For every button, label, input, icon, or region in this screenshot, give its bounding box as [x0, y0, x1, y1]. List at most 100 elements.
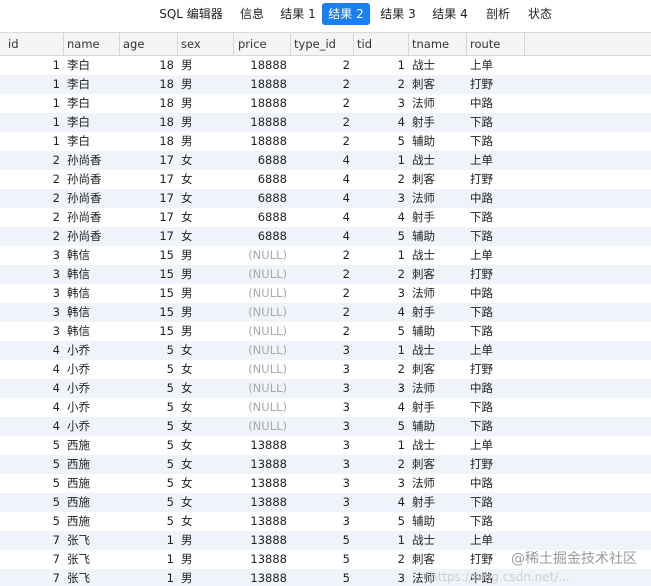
cell-id[interactable]: 4 — [5, 341, 64, 360]
cell-route[interactable]: 上单 — [467, 436, 525, 455]
cell-price[interactable]: 13888 — [235, 512, 291, 531]
cell-tname[interactable]: 辅助 — [409, 227, 467, 246]
cell-id[interactable]: 5 — [5, 512, 64, 531]
cell-route[interactable]: 中路 — [467, 474, 525, 493]
tab-5[interactable]: 结果 4 — [428, 3, 472, 25]
cell-age[interactable]: 5 — [120, 455, 178, 474]
cell-tname[interactable]: 法师 — [409, 569, 467, 586]
cell-sex[interactable]: 男 — [178, 94, 234, 113]
cell-id[interactable]: 5 — [5, 436, 64, 455]
cell-tname[interactable]: 刺客 — [409, 265, 467, 284]
cell-tid[interactable]: 2 — [354, 360, 409, 379]
cell-tid[interactable]: 1 — [354, 531, 409, 550]
cell-price[interactable]: 13888 — [235, 436, 291, 455]
cell-price[interactable]: (NULL) — [235, 284, 291, 303]
table-row[interactable]: 7 张飞 1 男 13888 5 1 战士 上单 — [0, 531, 651, 550]
cell-tid[interactable]: 1 — [354, 56, 409, 75]
cell-age[interactable]: 5 — [120, 493, 178, 512]
column-header-name[interactable]: name — [64, 33, 120, 55]
cell-route[interactable]: 中路 — [467, 569, 525, 586]
cell-price[interactable]: 13888 — [235, 474, 291, 493]
cell-id[interactable]: 3 — [5, 303, 64, 322]
cell-route[interactable]: 打野 — [467, 170, 525, 189]
column-header-route[interactable]: route — [467, 33, 525, 55]
column-header-price[interactable]: price — [235, 33, 291, 55]
table-row[interactable]: 5 西施 5 女 13888 3 5 辅助 下路 — [0, 512, 651, 531]
cell-tname[interactable]: 刺客 — [409, 75, 467, 94]
cell-name[interactable]: 孙尚香 — [64, 189, 120, 208]
cell-sex[interactable]: 女 — [178, 341, 234, 360]
cell-name[interactable]: 西施 — [64, 512, 120, 531]
cell-route[interactable]: 中路 — [467, 189, 525, 208]
cell-price[interactable]: 18888 — [235, 132, 291, 151]
cell-tname[interactable]: 射手 — [409, 208, 467, 227]
table-row[interactable]: 4 小乔 5 女 (NULL) 3 2 刺客 打野 — [0, 360, 651, 379]
cell-name[interactable]: 小乔 — [64, 398, 120, 417]
cell-type_id[interactable]: 2 — [291, 303, 354, 322]
cell-tname[interactable]: 法师 — [409, 94, 467, 113]
cell-type_id[interactable]: 4 — [291, 189, 354, 208]
cell-tid[interactable]: 3 — [354, 189, 409, 208]
cell-sex[interactable]: 女 — [178, 512, 234, 531]
cell-tname[interactable]: 辅助 — [409, 132, 467, 151]
column-header-age[interactable]: age — [120, 33, 178, 55]
cell-route[interactable]: 下路 — [467, 208, 525, 227]
cell-price[interactable]: (NULL) — [235, 379, 291, 398]
cell-tid[interactable]: 1 — [354, 341, 409, 360]
cell-route[interactable]: 上单 — [467, 341, 525, 360]
cell-price[interactable]: 13888 — [235, 455, 291, 474]
cell-id[interactable]: 5 — [5, 474, 64, 493]
cell-tname[interactable]: 辅助 — [409, 322, 467, 341]
cell-type_id[interactable]: 2 — [291, 75, 354, 94]
cell-age[interactable]: 5 — [120, 341, 178, 360]
cell-route[interactable]: 上单 — [467, 246, 525, 265]
cell-route[interactable]: 中路 — [467, 284, 525, 303]
cell-route[interactable]: 中路 — [467, 379, 525, 398]
cell-id[interactable]: 7 — [5, 569, 64, 586]
table-row[interactable]: 7 张飞 1 男 13888 5 2 刺客 打野 — [0, 550, 651, 569]
cell-name[interactable]: 西施 — [64, 455, 120, 474]
cell-id[interactable]: 4 — [5, 360, 64, 379]
cell-age[interactable]: 5 — [120, 398, 178, 417]
table-row[interactable]: 3 韩信 15 男 (NULL) 2 1 战士 上单 — [0, 246, 651, 265]
cell-name[interactable]: 孙尚香 — [64, 208, 120, 227]
cell-price[interactable]: 6888 — [235, 208, 291, 227]
cell-price[interactable]: 13888 — [235, 569, 291, 586]
cell-tid[interactable]: 5 — [354, 132, 409, 151]
cell-route[interactable]: 下路 — [467, 227, 525, 246]
cell-price[interactable]: 6888 — [235, 227, 291, 246]
cell-sex[interactable]: 男 — [178, 246, 234, 265]
cell-id[interactable]: 2 — [5, 227, 64, 246]
cell-tname[interactable]: 战士 — [409, 341, 467, 360]
cell-sex[interactable]: 女 — [178, 436, 234, 455]
column-header-type_id[interactable]: type_id — [291, 33, 354, 55]
cell-name[interactable]: 孙尚香 — [64, 151, 120, 170]
cell-id[interactable]: 1 — [5, 132, 64, 151]
column-header-sex[interactable]: sex — [178, 33, 234, 55]
cell-type_id[interactable]: 3 — [291, 379, 354, 398]
cell-sex[interactable]: 女 — [178, 417, 234, 436]
cell-age[interactable]: 17 — [120, 151, 178, 170]
cell-price[interactable]: 18888 — [235, 75, 291, 94]
column-header-tname[interactable]: tname — [409, 33, 467, 55]
cell-tid[interactable]: 3 — [354, 474, 409, 493]
cell-id[interactable]: 4 — [5, 398, 64, 417]
cell-route[interactable]: 打野 — [467, 550, 525, 569]
cell-tname[interactable]: 辅助 — [409, 417, 467, 436]
cell-type_id[interactable]: 3 — [291, 474, 354, 493]
cell-age[interactable]: 1 — [120, 550, 178, 569]
cell-id[interactable]: 3 — [5, 322, 64, 341]
table-row[interactable]: 1 李白 18 男 18888 2 3 法师 中路 — [0, 94, 651, 113]
cell-route[interactable]: 下路 — [467, 398, 525, 417]
cell-route[interactable]: 下路 — [467, 132, 525, 151]
cell-age[interactable]: 15 — [120, 265, 178, 284]
cell-type_id[interactable]: 4 — [291, 151, 354, 170]
cell-tname[interactable]: 战士 — [409, 531, 467, 550]
cell-name[interactable]: 李白 — [64, 75, 120, 94]
cell-sex[interactable]: 男 — [178, 531, 234, 550]
cell-price[interactable]: (NULL) — [235, 322, 291, 341]
cell-name[interactable]: 孙尚香 — [64, 227, 120, 246]
cell-tname[interactable]: 法师 — [409, 474, 467, 493]
cell-sex[interactable]: 女 — [178, 398, 234, 417]
cell-id[interactable]: 1 — [5, 113, 64, 132]
